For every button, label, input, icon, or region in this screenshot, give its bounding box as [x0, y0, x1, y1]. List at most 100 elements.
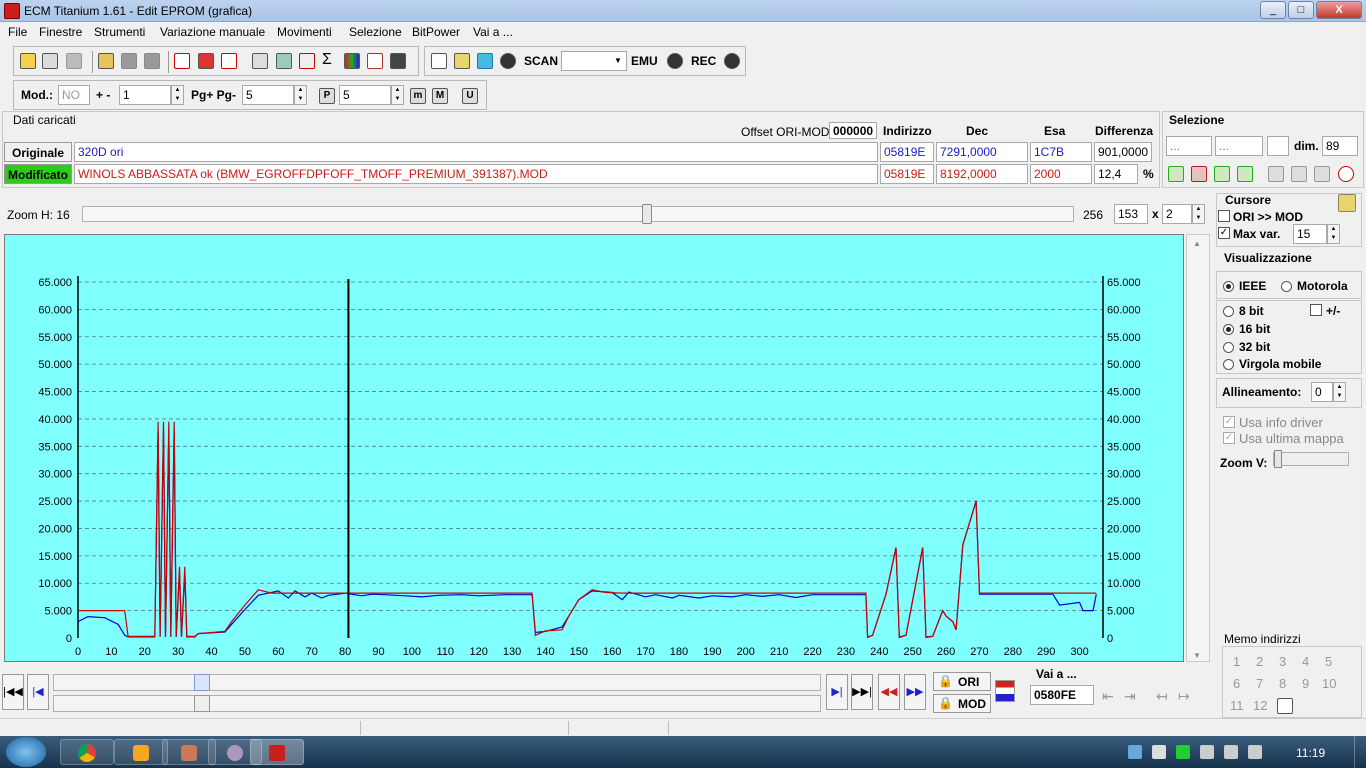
menu-movimenti[interactable]: Movimenti: [277, 25, 332, 39]
memo-3[interactable]: 3: [1279, 654, 1286, 669]
chart-icon[interactable]: [367, 53, 383, 69]
usa-ultima-checkbox[interactable]: ✓: [1223, 432, 1235, 444]
p-icon[interactable]: P: [319, 88, 335, 104]
copy-selection-icon[interactable]: [1268, 166, 1284, 182]
save-icon[interactable]: [121, 53, 137, 69]
modificato-dec-field[interactable]: 8192,0000: [936, 164, 1028, 184]
plusminus-spinner[interactable]: ▲ ▼: [171, 85, 184, 105]
offset-field[interactable]: 000000: [829, 122, 877, 139]
max-var-checkbox[interactable]: ✓: [1218, 227, 1230, 239]
max-var-field[interactable]: 15: [1293, 224, 1327, 244]
record-icon[interactable]: [500, 53, 516, 69]
menu-finestre[interactable]: Finestre: [39, 25, 82, 39]
arrow-left-icon[interactable]: ↤: [1156, 688, 1168, 705]
menu-vai-a[interactable]: Vai a ...: [473, 25, 513, 39]
text-icon[interactable]: [431, 53, 447, 69]
hscroll-thumb-bottom[interactable]: [194, 695, 210, 712]
originale-diff-field[interactable]: 901,0000: [1094, 142, 1152, 162]
flag-tray-icon[interactable]: [1152, 745, 1166, 759]
menu-file[interactable]: File: [8, 25, 27, 39]
modificato-esa-field[interactable]: 2000: [1030, 164, 1092, 184]
scroll-up-icon[interactable]: ▲: [1193, 239, 1201, 248]
hscrollbar-bottom[interactable]: [53, 695, 821, 712]
chart-area[interactable]: 0 0 5.000 5.000 10.000 10.000 15.000 15.000 20.0…: [4, 234, 1184, 662]
align-left-icon[interactable]: ⇤: [1102, 688, 1114, 705]
zoom-h-track[interactable]: [82, 206, 1074, 222]
lock-cursor-icon[interactable]: [1338, 194, 1356, 212]
home-icon[interactable]: [20, 53, 36, 69]
copy-icon[interactable]: [66, 53, 82, 69]
maximize-button[interactable]: □: [1288, 1, 1314, 19]
u-icon[interactable]: U: [462, 88, 478, 104]
modificato-file-field[interactable]: WINOLS ABBASSATA ok (BMW_EGROFFDPFOFF_TM…: [74, 164, 878, 184]
rec-icon[interactable]: [724, 53, 740, 69]
pg-field[interactable]: 5: [242, 85, 294, 105]
next-diff-icon[interactable]: ▶▶: [904, 674, 926, 710]
zoom-width-field[interactable]: 153: [1114, 204, 1148, 224]
modificato-addr-field[interactable]: 05819E: [880, 164, 934, 184]
originale-esa-field[interactable]: 1C7B: [1030, 142, 1092, 162]
ieee-radio[interactable]: [1223, 281, 1234, 292]
zoom-height-spinner[interactable]: ▲ ▼: [1192, 204, 1205, 224]
pg-spinner[interactable]: ▲ ▼: [294, 85, 307, 105]
arrow-right-icon[interactable]: ↦: [1178, 688, 1190, 705]
hscrollbar-top[interactable]: [53, 674, 821, 691]
color-map-icon[interactable]: [344, 53, 360, 69]
max-var-spinner[interactable]: ▲ ▼: [1327, 224, 1340, 244]
ori-button[interactable]: 🔒 ORI: [933, 672, 991, 691]
vai-a-field[interactable]: 0580FE: [1030, 685, 1094, 705]
memo-5[interactable]: 5: [1325, 654, 1332, 669]
prev-icon[interactable]: |◀: [27, 674, 49, 710]
media-taskbar-icon[interactable]: [114, 739, 168, 765]
first-page-icon[interactable]: |◀◀: [2, 674, 24, 710]
p-field[interactable]: 5: [339, 85, 391, 105]
big-m-icon[interactable]: M: [432, 88, 448, 104]
paste-selection-icon[interactable]: [1291, 166, 1307, 182]
save-as-icon[interactable]: [144, 53, 160, 69]
signed-checkbox[interactable]: [1310, 304, 1322, 316]
open-folder-icon[interactable]: [98, 53, 114, 69]
modificato-diff-field[interactable]: 12,4: [1094, 164, 1138, 184]
menu-bitpower[interactable]: BitPower: [412, 25, 460, 39]
app-icon[interactable]: [4, 3, 20, 19]
flag-icon[interactable]: [995, 680, 1015, 702]
select-end-icon[interactable]: [1237, 166, 1253, 182]
last-page-icon[interactable]: ▶▶|: [851, 674, 873, 710]
select-add-icon[interactable]: [1214, 166, 1230, 182]
volume-tray-icon[interactable]: [1248, 745, 1262, 759]
tray-icon[interactable]: [1128, 745, 1142, 759]
16bit-radio[interactable]: [1223, 324, 1234, 335]
memo-7[interactable]: 7: [1256, 676, 1263, 691]
scroll-down-icon[interactable]: ▼: [1193, 651, 1201, 660]
chevron-down-icon[interactable]: ▼: [614, 56, 622, 65]
calculator-icon[interactable]: [276, 53, 292, 69]
zoom-h-slider[interactable]: [642, 204, 652, 224]
usa-info-checkbox[interactable]: ✓: [1223, 416, 1235, 428]
originale-dec-field[interactable]: 7291,0000: [936, 142, 1028, 162]
chart-svg[interactable]: 0 05.000 5.00010.000 10.00015.000 15.00020.0…: [5, 235, 1185, 663]
runner-icon[interactable]: [477, 53, 493, 69]
menu-variazione-manuale[interactable]: Variazione manuale: [160, 25, 265, 39]
memo-4[interactable]: 4: [1302, 654, 1309, 669]
select-clear-icon[interactable]: [1191, 166, 1207, 182]
mod-field[interactable]: NO: [58, 85, 90, 105]
memo-note-icon[interactable]: [1277, 698, 1293, 714]
hscroll-thumb-top[interactable]: [194, 674, 210, 691]
selezione-extra-field[interactable]: [1267, 136, 1289, 156]
chrome-taskbar-icon[interactable]: [60, 739, 114, 765]
emu-icon[interactable]: [667, 53, 683, 69]
virgola-radio[interactable]: [1223, 359, 1234, 370]
move-selection-icon[interactable]: [1314, 166, 1330, 182]
memo-11[interactable]: 11: [1230, 698, 1244, 713]
memo-12[interactable]: 12: [1253, 698, 1267, 713]
p-spinner[interactable]: ▲ ▼: [391, 85, 404, 105]
plusminus-field[interactable]: 1: [119, 85, 171, 105]
menu-selezione[interactable]: Selezione: [349, 25, 402, 39]
show-desktop-button[interactable]: [1354, 736, 1366, 768]
zoom-v-track[interactable]: [1273, 452, 1349, 466]
motorola-radio[interactable]: [1281, 281, 1292, 292]
chart-vscrollbar[interactable]: ▲ ▼: [1186, 234, 1210, 662]
memo-1[interactable]: 1: [1233, 654, 1240, 669]
zoom-v-slider[interactable]: [1274, 450, 1282, 468]
lock-icon[interactable]: [454, 53, 470, 69]
